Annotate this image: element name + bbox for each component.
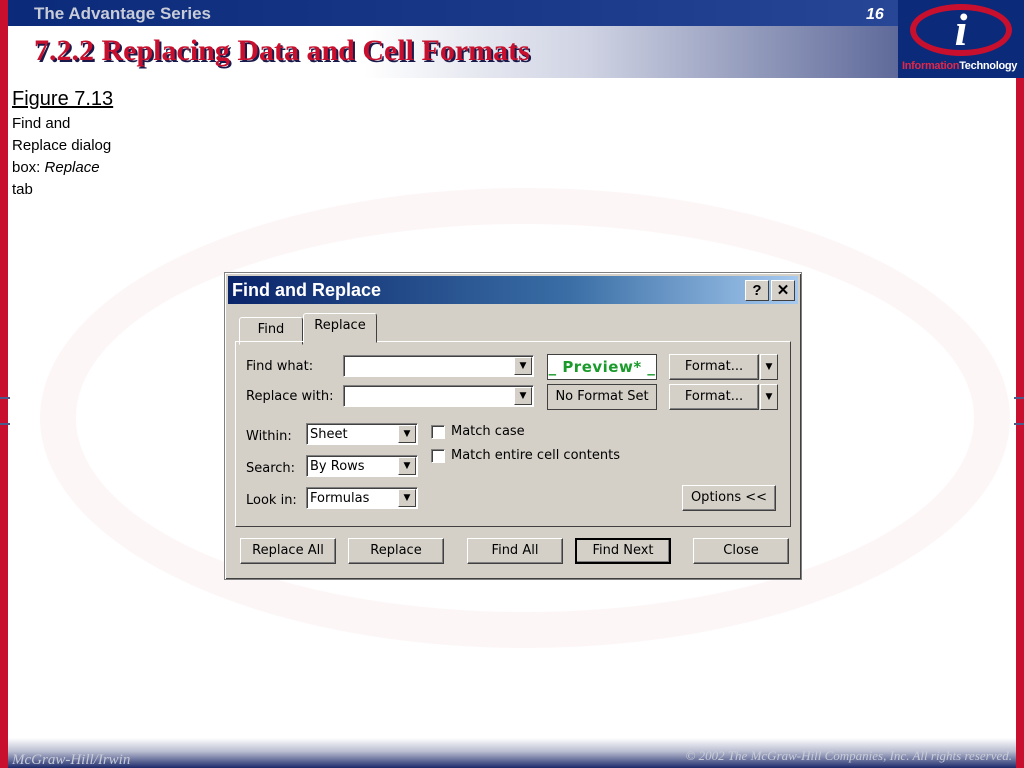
- match-entire-option[interactable]: Match entire cell contents: [431, 448, 620, 463]
- right-edge-tick: [1014, 423, 1024, 425]
- chevron-down-icon[interactable]: ▼: [514, 387, 532, 405]
- caption-line: Find and: [12, 115, 71, 132]
- replace-format-preview: No Format Set: [547, 384, 657, 410]
- match-case-option[interactable]: Match case: [431, 424, 525, 439]
- chevron-down-icon[interactable]: ▼: [760, 384, 778, 410]
- title-band: 7.2.2 Replacing Data and Cell Formats: [8, 26, 898, 78]
- chevron-down-icon[interactable]: ▼: [398, 457, 416, 475]
- figure-title: Figure 7.13: [12, 88, 114, 110]
- caption-line: Replace dialog: [12, 137, 112, 154]
- find-format-button[interactable]: Format...: [669, 354, 759, 380]
- look-in-label: Look in:: [246, 493, 297, 508]
- look-in-select[interactable]: Formulas ▼: [306, 487, 418, 509]
- right-edge-tick: [1014, 397, 1024, 399]
- footer-copyright: © 2002 The McGraw-Hill Companies, Inc. A…: [685, 748, 1012, 763]
- replace-with-input[interactable]: ▼: [343, 385, 534, 407]
- close-button[interactable]: Close: [693, 538, 789, 564]
- search-select[interactable]: By Rows ▼: [306, 455, 418, 477]
- dialog-title: Find and Replace: [232, 280, 382, 300]
- match-entire-checkbox[interactable]: [431, 448, 445, 463]
- match-entire-label: Match entire cell contents: [451, 448, 620, 463]
- chevron-down-icon[interactable]: ▼: [514, 357, 532, 375]
- chevron-down-icon[interactable]: ▼: [760, 354, 778, 380]
- find-all-button[interactable]: Find All: [467, 538, 563, 564]
- caption-line: box: Replace: [12, 159, 100, 176]
- replace-all-button[interactable]: Replace All: [240, 538, 336, 564]
- within-label: Within:: [246, 429, 292, 444]
- left-edge-tick: [0, 423, 10, 425]
- footer-publisher: McGraw-Hill/Irwin: [12, 752, 131, 768]
- replace-with-label: Replace with:: [246, 389, 334, 404]
- close-icon[interactable]: ✕: [771, 280, 795, 301]
- find-what-input[interactable]: ▼: [343, 355, 534, 377]
- dialog-titlebar[interactable]: Find and Replace ? ✕: [228, 276, 798, 304]
- figure-caption: Figure 7.13 Find and Replace dialog box:…: [12, 88, 152, 201]
- slide-right-border: [1016, 0, 1024, 768]
- find-what-label: Find what:: [246, 359, 314, 374]
- help-button[interactable]: ?: [745, 280, 769, 301]
- information-technology-logo: i InformationTechnology: [898, 0, 1024, 78]
- within-select[interactable]: Sheet ▼: [306, 423, 418, 445]
- replace-button[interactable]: Replace: [348, 538, 444, 564]
- logo-wordmark: InformationTechnology: [902, 60, 1018, 72]
- find-replace-dialog: Find and Replace ? ✕ Find Replace Find w…: [224, 272, 802, 580]
- slide-left-border: [0, 0, 8, 768]
- search-label: Search:: [246, 461, 296, 476]
- left-edge-tick: [0, 397, 10, 399]
- match-case-label: Match case: [451, 424, 525, 439]
- find-next-button[interactable]: Find Next: [575, 538, 671, 564]
- logo-i-icon: i: [954, 4, 968, 55]
- replace-format-button[interactable]: Format...: [669, 384, 759, 410]
- match-case-checkbox[interactable]: [431, 424, 445, 439]
- caption-line: tab: [12, 181, 33, 198]
- tab-replace[interactable]: Replace: [303, 313, 377, 343]
- page-number: 16: [866, 6, 884, 23]
- chevron-down-icon[interactable]: ▼: [398, 489, 416, 507]
- find-format-preview: _ Preview* _: [547, 354, 657, 380]
- series-name: The Advantage Series: [34, 4, 211, 23]
- chevron-down-icon[interactable]: ▼: [398, 425, 416, 443]
- options-button[interactable]: Options <<: [682, 485, 776, 511]
- slide-title: 7.2.2 Replacing Data and Cell Formats: [34, 34, 530, 67]
